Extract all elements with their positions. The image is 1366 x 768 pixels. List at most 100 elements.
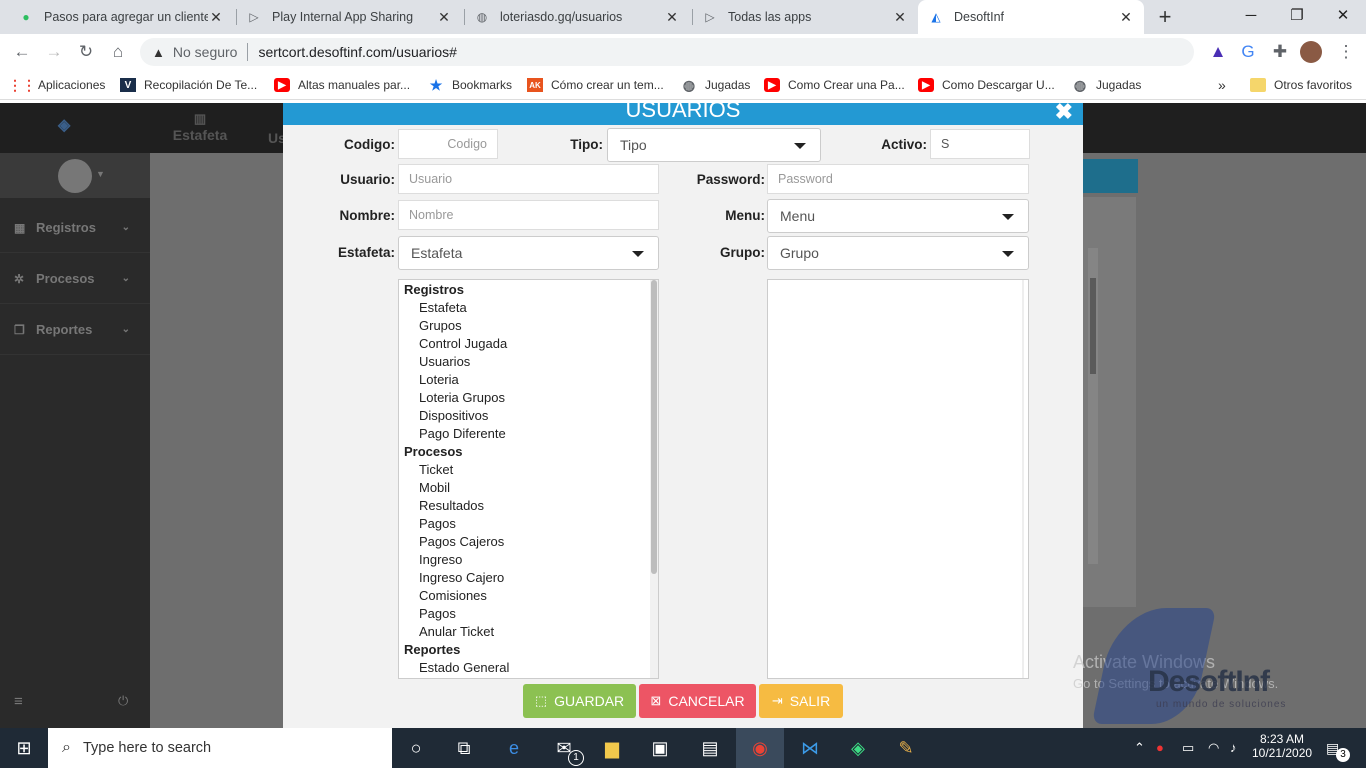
show-hidden-icons[interactable]: ⌃ <box>1134 740 1145 756</box>
usuario-input[interactable]: Usuario <box>398 164 659 194</box>
nombre-input[interactable]: Nombre <box>398 200 659 230</box>
new-tab-button[interactable]: + <box>1152 4 1178 30</box>
windows-start-icon[interactable]: ⊞ <box>0 728 48 768</box>
power-icon[interactable]: ⏻ <box>118 693 128 709</box>
clock[interactable]: 8:23 AM 10/21/2020 <box>1252 732 1312 760</box>
menu-tree-item[interactable]: Control Jugada <box>399 335 658 353</box>
menu-tree-group[interactable]: Registros <box>399 281 658 299</box>
bookmark-jugadas-2[interactable]: ◍ Jugadas <box>1072 76 1141 94</box>
menu-tree-item[interactable]: Mobil <box>399 479 658 497</box>
estafeta-select[interactable]: Estafeta <box>398 236 659 270</box>
topnav-estafeta[interactable]: ▥ Estafeta <box>172 111 228 143</box>
bookmark-jugadas[interactable]: ◍ Jugadas <box>681 76 750 94</box>
close-tab-icon[interactable]: ✕ <box>664 9 680 26</box>
bookmark-otros-favoritos[interactable]: Otros favoritos <box>1250 76 1352 94</box>
minimize-window-icon[interactable]: ─ <box>1228 0 1274 30</box>
menu-tree-list[interactable]: Registros Estafeta Grupos Control Jugada Usu… <box>398 279 659 679</box>
reload-icon[interactable]: ↻ <box>74 40 98 64</box>
scrollbar-thumb[interactable] <box>651 280 657 574</box>
address-bar[interactable]: ▲ No seguro sertcort.desoftinf.com/usuar… <box>140 38 1194 66</box>
sidebar-item-reportes[interactable]: ❐ Reportes ⌄ <box>0 305 150 355</box>
menu-tree-item[interactable]: Pagos Cajeros <box>399 533 658 551</box>
bookmark-como-crear-pa[interactable]: ▶ Como Crear una Pa... <box>764 76 905 94</box>
bookmark-bookmarks[interactable]: ★ Bookmarks <box>428 76 512 94</box>
scrollbar[interactable] <box>650 280 658 678</box>
chevron-down-icon[interactable]: ▼ <box>96 169 105 179</box>
extension-icon[interactable]: ▲ <box>1206 40 1230 64</box>
android-studio-icon[interactable]: ◈ <box>834 728 882 768</box>
menu-tree-group[interactable]: Procesos <box>399 443 658 461</box>
tab-loteriasdo[interactable]: ◍ loteriasdo.gq/usuarios ✕ <box>464 0 690 34</box>
device-icon[interactable]: ▭ <box>1182 740 1194 756</box>
remote-desktop-icon[interactable]: ▤ <box>686 728 734 768</box>
file-explorer-icon[interactable]: ▆ <box>588 728 636 768</box>
extensions-puzzle-icon[interactable]: ✚ <box>1268 40 1292 64</box>
cortana-icon[interactable]: ○ <box>392 728 440 768</box>
menu-tree-item[interactable]: Resultados <box>399 497 658 515</box>
avatar[interactable] <box>58 159 92 193</box>
guardar-button[interactable]: ⬚ GUARDAR <box>523 684 636 718</box>
menu-tree-item[interactable]: Grupos <box>399 317 658 335</box>
bookmark-altas-manuales[interactable]: ▶ Altas manuales par... <box>274 76 410 94</box>
network-alert-icon[interactable]: ● <box>1156 740 1164 755</box>
tab-pasos[interactable]: ● Pasos para agregar un cliente ✕ <box>8 0 234 34</box>
paint-icon[interactable]: ✎ <box>882 728 930 768</box>
menu-tree-item[interactable]: Dispositivos <box>399 407 658 425</box>
bookmark-aplicaciones[interactable]: ⋮⋮ Aplicaciones <box>8 76 105 94</box>
assigned-menu-list[interactable] <box>767 279 1029 679</box>
home-icon[interactable]: ⌂ <box>106 40 130 64</box>
wifi-icon[interactable]: ◠ <box>1208 740 1219 756</box>
bookmark-recopilacion[interactable]: V Recopilación De Te... <box>120 76 257 94</box>
password-input[interactable]: Password <box>767 164 1029 194</box>
translate-icon[interactable]: G <box>1236 40 1260 64</box>
sidebar-item-registros[interactable]: ▦ Registros ⌄ <box>0 203 150 253</box>
tipo-select[interactable]: Tipo <box>607 128 821 162</box>
hamburger-icon[interactable]: ≡ <box>14 693 23 710</box>
menu-tree-item[interactable]: Pagos <box>399 515 658 533</box>
chrome-icon[interactable]: ◉ <box>736 728 784 768</box>
codigo-input[interactable]: Codigo <box>398 129 498 159</box>
vscode-icon[interactable]: ⋈ <box>786 728 834 768</box>
taskbar-search[interactable]: ⌕ Type here to search <box>48 728 392 768</box>
menu-tree-item[interactable]: Ingreso Cajero <box>399 569 658 587</box>
url-text[interactable]: sertcort.desoftinf.com/usuarios# <box>258 44 456 60</box>
volume-icon[interactable]: ♪ <box>1230 740 1237 755</box>
close-tab-icon[interactable]: ✕ <box>436 9 452 26</box>
menu-kebab-icon[interactable]: ⋮ <box>1334 40 1358 64</box>
activo-input[interactable]: S <box>930 129 1030 159</box>
close-window-icon[interactable]: ✕ <box>1320 0 1366 30</box>
bookmarks-overflow[interactable]: » <box>1218 76 1226 94</box>
menu-tree-item[interactable]: Estafeta <box>399 299 658 317</box>
menu-tree-item[interactable]: Ticket <box>399 461 658 479</box>
close-tab-icon[interactable]: ✕ <box>892 9 908 26</box>
menu-tree-item[interactable]: Usuarios <box>399 353 658 371</box>
close-tab-icon[interactable]: ✕ <box>208 9 224 26</box>
salir-button[interactable]: ⇥ SALIR <box>759 684 843 718</box>
menu-tree-item[interactable]: Pagos <box>399 605 658 623</box>
forward-icon[interactable]: → <box>42 40 66 64</box>
menu-tree-item[interactable]: Ingreso <box>399 551 658 569</box>
task-view-icon[interactable]: ⧉ <box>440 728 488 768</box>
security-label[interactable]: No seguro <box>173 44 238 60</box>
sidebar-item-procesos[interactable]: ✲ Procesos ⌄ <box>0 254 150 304</box>
edge-icon[interactable]: e <box>490 728 538 768</box>
menu-tree-item[interactable]: Loteria <box>399 371 658 389</box>
menu-select[interactable]: Menu <box>767 199 1029 233</box>
bookmark-como-crear-tem[interactable]: AK Cómo crear un tem... <box>527 76 664 94</box>
menu-tree-group[interactable]: Reportes <box>399 641 658 659</box>
close-tab-icon[interactable]: ✕ <box>1118 9 1134 26</box>
bookmark-como-descargar[interactable]: ▶ Como Descargar U... <box>918 76 1055 94</box>
tab-todas-las-apps[interactable]: ▷ Todas las apps ✕ <box>692 0 918 34</box>
maximize-window-icon[interactable]: ❐ <box>1274 0 1320 30</box>
store-icon[interactable]: ▣ <box>636 728 684 768</box>
close-icon[interactable]: ✖ <box>1055 103 1073 123</box>
menu-tree-item[interactable]: Loteria Grupos <box>399 389 658 407</box>
menu-tree-item[interactable]: Anular Ticket <box>399 623 658 641</box>
tab-desoftinf[interactable]: ◭ DesoftInf ✕ <box>918 0 1144 34</box>
back-icon[interactable]: ← <box>10 40 34 64</box>
profile-avatar[interactable] <box>1300 41 1322 63</box>
tab-play-internal[interactable]: ▷ Play Internal App Sharing ✕ <box>236 0 462 34</box>
cancelar-button[interactable]: ⊠ CANCELAR <box>639 684 756 718</box>
menu-tree-item[interactable]: Estado General <box>399 659 658 677</box>
menu-tree-item[interactable]: Comisiones <box>399 587 658 605</box>
